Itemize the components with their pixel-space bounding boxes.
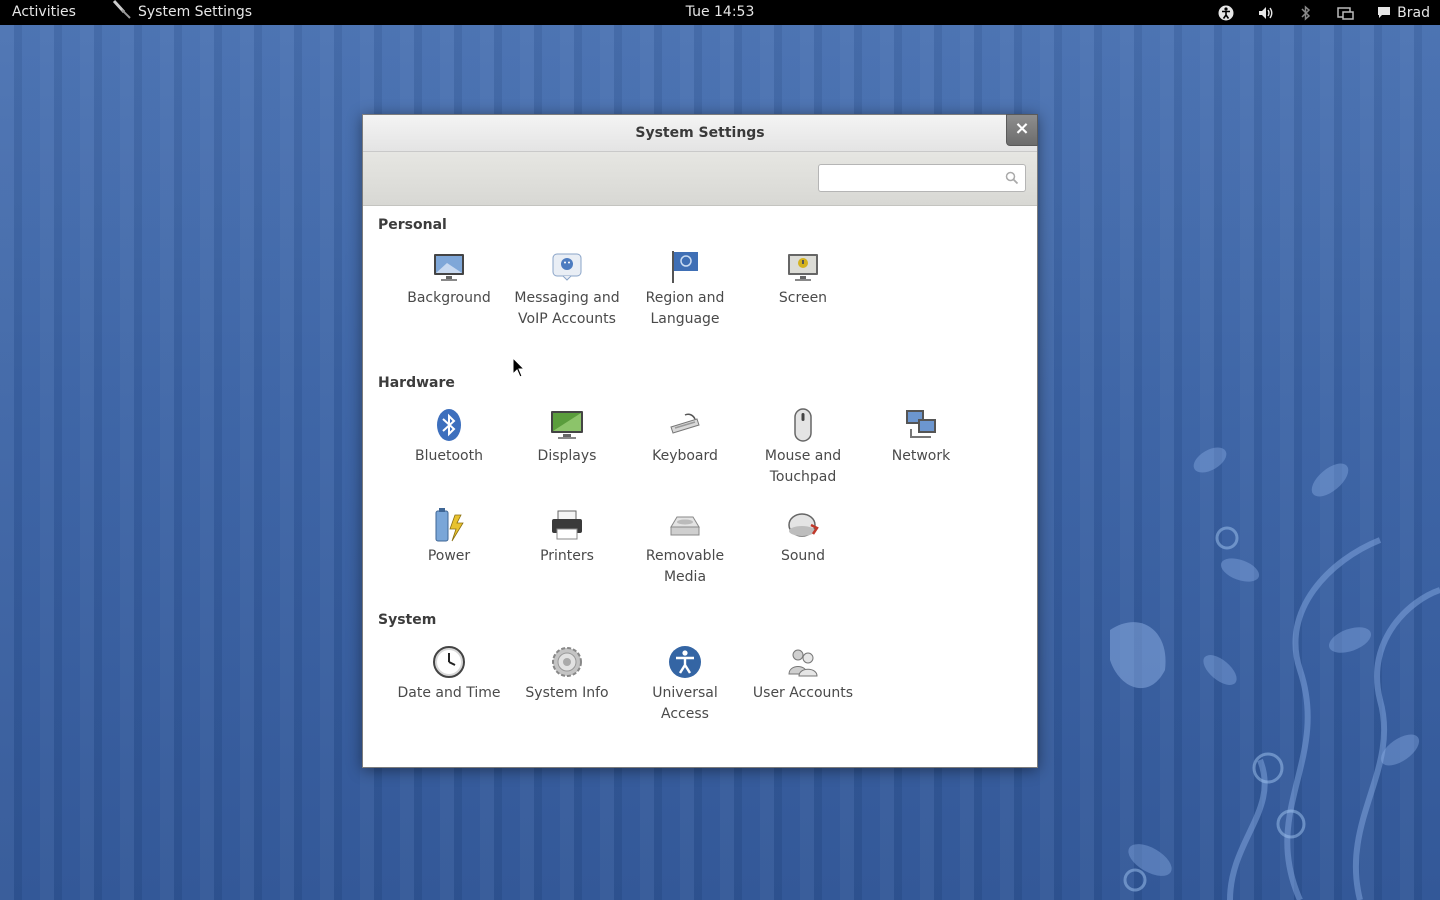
mouse-icon <box>794 408 812 442</box>
mouse-cursor <box>512 357 526 378</box>
panel-network[interactable]: Network <box>866 407 976 467</box>
sound-icon <box>788 513 819 537</box>
section-hardware: Hardware <box>378 375 455 391</box>
panel-keyboard[interactable]: Keyboard <box>630 407 740 467</box>
user-menu[interactable]: Brad <box>1377 5 1430 21</box>
clock-icon <box>433 646 465 678</box>
chat-icon <box>1378 6 1391 18</box>
users-icon <box>788 649 818 677</box>
panel-displays[interactable]: Displays <box>512 407 622 467</box>
window-toolbar <box>363 152 1037 206</box>
panel-displays-label: Displays <box>537 448 597 464</box>
panel-system-info-label: System Info <box>525 685 609 701</box>
status-tray: Brad <box>1217 0 1430 25</box>
panel-power[interactable]: Power <box>394 507 504 567</box>
panel-system-info[interactable]: System Info <box>512 644 622 704</box>
panel-messaging[interactable]: Messaging and VoIP Accounts <box>512 249 622 330</box>
panel-mouse[interactable]: Mouse and Touchpad <box>748 407 858 488</box>
close-button[interactable]: × <box>1006 114 1038 146</box>
panel-screen[interactable]: Screen <box>748 249 858 309</box>
panel-user-accounts[interactable]: User Accounts <box>748 644 858 704</box>
panel-screen-label: Screen <box>778 290 828 306</box>
panel-network-label: Network <box>891 448 951 464</box>
universal-access-icon <box>669 646 701 678</box>
panel-date-time-label: Date and Time <box>397 685 501 701</box>
removable-media-icon <box>670 516 700 536</box>
panel-mouse-label: Mouse and Touchpad <box>764 448 842 485</box>
panel-universal-access-label: Universal Access <box>652 685 718 722</box>
panel-background[interactable]: Background <box>394 249 504 309</box>
section-personal: Personal <box>378 217 447 233</box>
section-system: System <box>378 612 437 628</box>
panel-printers-label: Printers <box>540 548 594 564</box>
window-titlebar[interactable]: System Settings × <box>363 114 1038 152</box>
panel-messaging-label: Messaging and VoIP Accounts <box>514 290 620 327</box>
screen-lock-icon <box>788 254 818 281</box>
panel-universal-access[interactable]: Universal Access <box>630 644 740 725</box>
bluetooth-icon <box>437 409 461 441</box>
app-menu[interactable]: System Settings <box>110 0 253 20</box>
panel-region[interactable]: Region and Language <box>630 249 740 330</box>
search-input[interactable] <box>825 166 1009 192</box>
panel-power-label: Power <box>427 548 471 564</box>
panel-region-label: Region and Language <box>645 290 725 327</box>
panel-keyboard-label: Keyboard <box>652 448 718 464</box>
printer-icon <box>552 510 582 540</box>
gear-icon <box>552 647 582 677</box>
accessibility-icon[interactable] <box>1217 4 1235 22</box>
messaging-icon <box>552 253 582 281</box>
panel-date-time[interactable]: Date and Time <box>394 644 504 704</box>
user-name: Brad <box>1397 4 1430 21</box>
power-icon <box>435 508 464 542</box>
search-icon <box>1005 171 1019 185</box>
system-settings-icon <box>112 0 131 19</box>
keyboard-icon <box>670 413 700 434</box>
panel-removable-media[interactable]: Removable Media <box>630 507 740 588</box>
app-menu-label: System Settings <box>138 4 253 20</box>
panel-sound-label: Sound <box>780 548 826 564</box>
network-icon <box>906 410 936 438</box>
activities-button[interactable]: Activities <box>12 4 76 20</box>
window-title: System Settings <box>635 125 765 141</box>
system-settings-window: System Settings × Personal Background Me… <box>362 114 1038 768</box>
panel-background-label: Background <box>407 290 491 306</box>
desktop-wallpaper-swirl <box>1110 447 1440 900</box>
clock[interactable]: Tue 14:53 <box>686 4 755 20</box>
bluetooth-tray-icon[interactable] <box>1297 4 1315 22</box>
search-box[interactable] <box>818 164 1026 192</box>
network-tray-icon[interactable] <box>1337 4 1355 22</box>
top-panel: Activities System Settings Tue 14:53 Bra… <box>0 0 1440 25</box>
volume-icon[interactable] <box>1257 4 1275 22</box>
background-icon <box>434 254 464 281</box>
panel-user-accounts-label: User Accounts <box>752 685 854 701</box>
flag-icon <box>672 251 698 283</box>
panel-sound[interactable]: Sound <box>748 507 858 567</box>
panel-bluetooth[interactable]: Bluetooth <box>394 407 504 467</box>
displays-icon <box>551 411 583 439</box>
panel-removable-media-label: Removable Media <box>645 548 725 585</box>
panel-bluetooth-label: Bluetooth <box>415 448 483 464</box>
panel-printers[interactable]: Printers <box>512 507 622 567</box>
